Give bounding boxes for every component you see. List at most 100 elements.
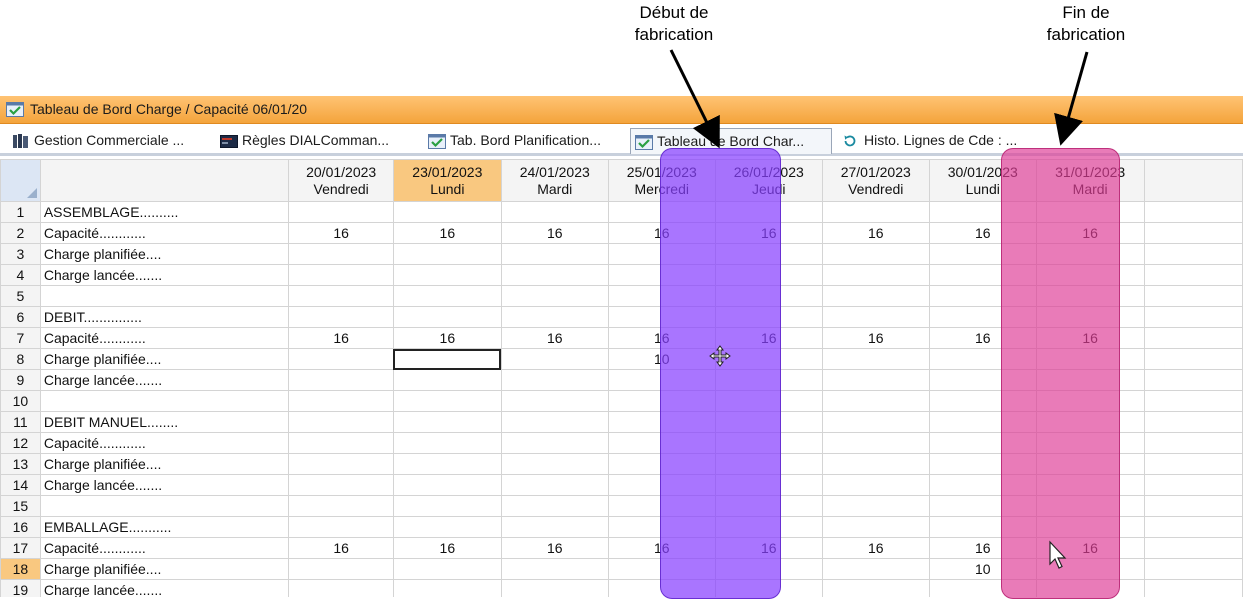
- grid-cell[interactable]: [1035, 264, 1145, 286]
- grid-cell[interactable]: [288, 558, 394, 580]
- grid-cell[interactable]: [500, 558, 609, 580]
- grid-cell[interactable]: [500, 579, 609, 597]
- grid-cell[interactable]: [392, 201, 502, 223]
- grid-cell[interactable]: [607, 264, 716, 286]
- grid-cell[interactable]: [928, 264, 1037, 286]
- grid-cell[interactable]: [714, 516, 823, 538]
- grid-cell[interactable]: [1035, 495, 1145, 517]
- grid-cell[interactable]: 16: [500, 537, 609, 559]
- grid-cell[interactable]: 10: [607, 348, 716, 370]
- grid-cell[interactable]: [500, 432, 609, 454]
- column-header-5[interactable]: 27/01/2023 Vendredi: [821, 159, 930, 202]
- grid-cell[interactable]: 16: [288, 222, 394, 244]
- grid-cell[interactable]: [500, 243, 609, 265]
- grid-cell[interactable]: [288, 201, 394, 223]
- grid-cell[interactable]: [607, 390, 716, 412]
- grid-cell[interactable]: [392, 579, 502, 597]
- grid-cell[interactable]: 10: [928, 558, 1037, 580]
- grid-cell[interactable]: [607, 243, 716, 265]
- grid-cell[interactable]: [392, 495, 502, 517]
- grid-cell[interactable]: [714, 306, 823, 328]
- grid-cell[interactable]: [821, 201, 930, 223]
- grid-cell[interactable]: [500, 390, 609, 412]
- tab-histo-lignes[interactable]: Histo. Lignes de Cde : ...: [838, 128, 1048, 152]
- grid-cell[interactable]: [1035, 285, 1145, 307]
- grid-cell[interactable]: [821, 348, 930, 370]
- row-number[interactable]: 12: [0, 432, 41, 454]
- grid-cell[interactable]: [288, 243, 394, 265]
- grid-cell[interactable]: [821, 264, 930, 286]
- row-number[interactable]: 18: [0, 558, 41, 580]
- grid-cell[interactable]: [714, 432, 823, 454]
- column-header-2[interactable]: 24/01/2023 Mardi: [500, 159, 609, 202]
- row-number[interactable]: 13: [0, 453, 41, 475]
- grid-cell[interactable]: [607, 306, 716, 328]
- grid-cell[interactable]: 16: [1035, 327, 1145, 349]
- grid-cell[interactable]: 16: [714, 222, 823, 244]
- grid-cell[interactable]: [607, 285, 716, 307]
- row-number[interactable]: 10: [0, 390, 41, 412]
- grid-cell[interactable]: [928, 474, 1037, 496]
- grid-cell[interactable]: [821, 411, 930, 433]
- grid-cell[interactable]: [1035, 432, 1145, 454]
- grid-cell[interactable]: 16: [1035, 222, 1145, 244]
- grid-cell[interactable]: [500, 285, 609, 307]
- row-number[interactable]: 17: [0, 537, 41, 559]
- row-number[interactable]: 5: [0, 285, 41, 307]
- grid-cell[interactable]: [928, 579, 1037, 597]
- row-number[interactable]: 9: [0, 369, 41, 391]
- grid-cell[interactable]: [821, 390, 930, 412]
- grid-cell[interactable]: [288, 264, 394, 286]
- grid-cell[interactable]: [821, 243, 930, 265]
- grid-cell[interactable]: [928, 285, 1037, 307]
- grid-cell[interactable]: [928, 495, 1037, 517]
- column-header-1[interactable]: 23/01/2023 Lundi: [392, 159, 502, 202]
- grid-cell[interactable]: [1035, 579, 1145, 597]
- grid-cell[interactable]: [392, 285, 502, 307]
- grid-cell[interactable]: [821, 579, 930, 597]
- grid-cell[interactable]: [714, 264, 823, 286]
- row-number[interactable]: 3: [0, 243, 41, 265]
- grid-cell[interactable]: [607, 516, 716, 538]
- grid-cell[interactable]: [1035, 243, 1145, 265]
- grid-cell[interactable]: 16: [607, 537, 716, 559]
- grid-cell[interactable]: 16: [928, 537, 1037, 559]
- grid-cell[interactable]: [392, 390, 502, 412]
- grid-cell[interactable]: [821, 306, 930, 328]
- row-number[interactable]: 1: [0, 201, 41, 223]
- grid-cell[interactable]: [607, 453, 716, 475]
- row-number[interactable]: 14: [0, 474, 41, 496]
- row-number[interactable]: 2: [0, 222, 41, 244]
- grid-cell[interactable]: [714, 558, 823, 580]
- grid-cell[interactable]: [714, 285, 823, 307]
- grid-cell[interactable]: [288, 516, 394, 538]
- grid-cell[interactable]: [288, 285, 394, 307]
- grid-cell[interactable]: [1035, 348, 1145, 370]
- grid-cell[interactable]: [392, 474, 502, 496]
- row-number[interactable]: 8: [0, 348, 41, 370]
- column-header-7[interactable]: 31/01/2023 Mardi: [1035, 159, 1145, 202]
- grid-cell[interactable]: [607, 411, 716, 433]
- grid-cell[interactable]: [607, 369, 716, 391]
- grid-cell[interactable]: [392, 264, 502, 286]
- grid-cell[interactable]: [928, 432, 1037, 454]
- grid-cell[interactable]: [500, 495, 609, 517]
- grid-cell[interactable]: [288, 306, 394, 328]
- grid-cell[interactable]: [714, 579, 823, 597]
- grid-cell[interactable]: [288, 390, 394, 412]
- grid-cell[interactable]: [928, 390, 1037, 412]
- grid-cell[interactable]: [288, 369, 394, 391]
- grid-cell[interactable]: [1035, 390, 1145, 412]
- tab-regles-dial[interactable]: Règles DIALComman...: [216, 128, 422, 152]
- tab-bord-planification[interactable]: Tab. Bord Planification...: [424, 128, 628, 152]
- grid-cell[interactable]: [1035, 474, 1145, 496]
- grid-cell[interactable]: [928, 411, 1037, 433]
- grid-cell[interactable]: 16: [392, 222, 502, 244]
- grid-cell[interactable]: [928, 348, 1037, 370]
- grid-cell[interactable]: [607, 495, 716, 517]
- grid-cell[interactable]: [392, 516, 502, 538]
- grid-cell[interactable]: [607, 201, 716, 223]
- grid-cell[interactable]: [821, 285, 930, 307]
- grid-cell[interactable]: [500, 411, 609, 433]
- column-header-0[interactable]: 20/01/2023 Vendredi: [288, 159, 394, 202]
